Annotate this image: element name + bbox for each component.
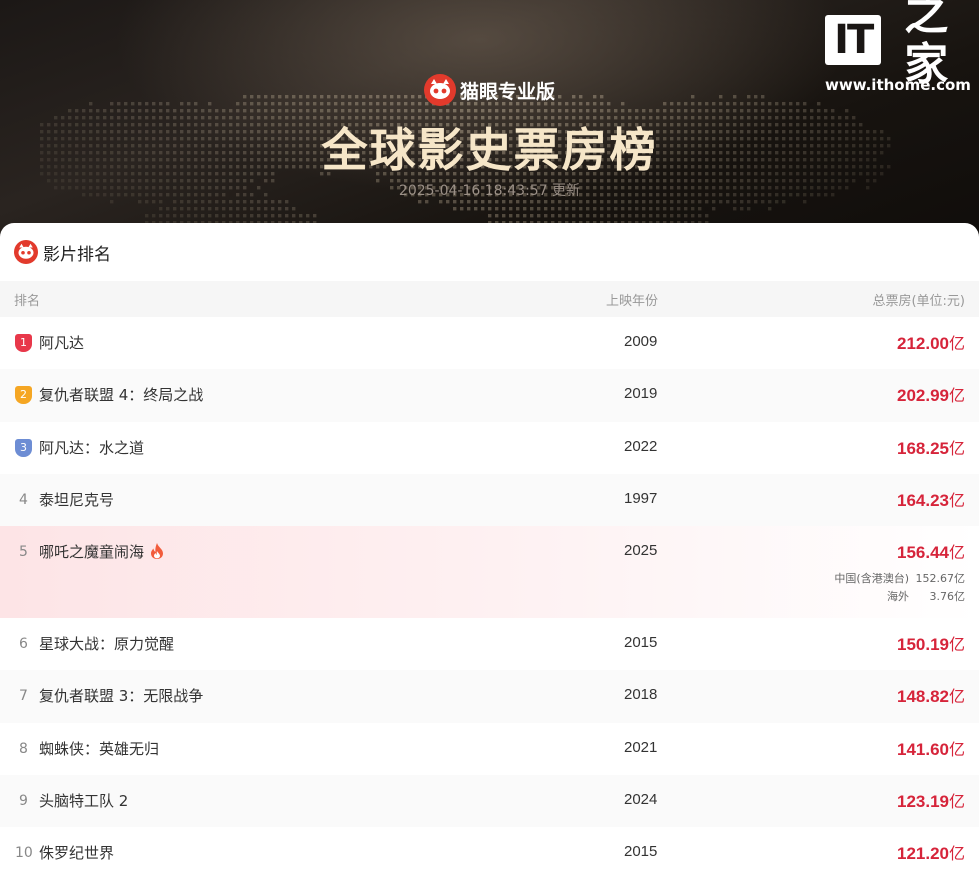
box-office: 123.19亿	[896, 792, 965, 812]
fire-icon	[150, 543, 164, 563]
table-row[interactable]: 9 头脑特工队 2 2024 123.19亿	[0, 775, 979, 828]
box-office: 168.25亿	[896, 438, 965, 458]
movie-name: 阿凡达	[39, 334, 85, 352]
table-row-highlighted[interactable]: 5 哪吒之魔童闹海 2025 156.44亿 中国(含港澳台) 152.67亿 海…	[0, 526, 979, 619]
rank-number: 8	[19, 740, 28, 757]
table-header: 排名 上映年份 总票房(单位:元)	[0, 281, 979, 317]
rank-number: 7	[19, 688, 28, 705]
movie-name: 泰坦尼克号	[39, 490, 115, 509]
rank-badge-silver: 2	[15, 386, 32, 405]
release-year: 2025	[624, 542, 658, 560]
ranking-card: 影片排名 排名 上映年份 总票房(单位:元) 1 阿凡达 2009 212.00…	[0, 223, 979, 877]
rank-badge-gold: 1	[15, 334, 32, 352]
box-office-overseas: 海外 3.76亿	[887, 590, 965, 604]
release-year: 2015	[624, 843, 658, 861]
table-row[interactable]: 4 泰坦尼克号 1997 164.23亿	[0, 473, 979, 527]
box-office-china: 中国(含港澳台) 152.67亿	[834, 572, 965, 586]
box-office: 164.23亿	[896, 490, 965, 510]
table-row[interactable]: 6 星球大战：原力觉醒 2015 150.19亿	[0, 618, 979, 670]
box-office: 150.19亿	[896, 635, 965, 655]
movie-name: 复仇者联盟 3：无限战争	[39, 687, 204, 706]
table-row[interactable]: 2 复仇者联盟 4：终局之战 2019 202.99亿	[0, 369, 979, 422]
column-total: 总票房(单位:元)	[872, 293, 965, 309]
ithome-logo: IT 之家	[825, 0, 965, 90]
table-row[interactable]: 7 复仇者联盟 3：无限战争 2018 148.82亿	[0, 670, 979, 723]
release-year: 2015	[624, 634, 658, 652]
rank-number: 6	[19, 636, 28, 653]
page-title: 全球影史票房榜	[321, 123, 658, 177]
box-office: 202.99亿	[896, 386, 965, 406]
movie-name: 哪吒之魔童闹海	[39, 541, 164, 563]
table-row[interactable]: 1 阿凡达 2009 212.00亿	[0, 317, 979, 369]
column-rank: 排名	[14, 293, 41, 309]
release-year: 1997	[624, 489, 658, 507]
table-row[interactable]: 3 阿凡达：水之道 2022 168.25亿	[0, 422, 979, 474]
release-year: 2019	[624, 385, 658, 403]
table-row[interactable]: 10 侏罗纪世界 2015 121.20亿	[0, 827, 979, 877]
box-office: 212.00亿	[896, 334, 965, 353]
release-year: 2022	[624, 437, 658, 455]
release-year: 2021	[624, 738, 658, 756]
rank-badge-bronze: 3	[15, 438, 32, 457]
maoyan-cat-icon	[423, 74, 456, 106]
update-time: 2025-04-16 18:43:57 更新	[398, 183, 581, 199]
column-year: 上映年份	[606, 293, 659, 309]
box-office: 156.44亿	[896, 543, 965, 563]
maoyan-cat-icon	[14, 240, 38, 264]
ithome-logo-it: IT	[825, 15, 882, 65]
section-title: 影片排名	[43, 244, 111, 265]
rank-number: 9	[19, 793, 28, 810]
movie-name: 星球大战：原力觉醒	[39, 635, 175, 654]
rank-number: 4	[19, 491, 28, 508]
release-year: 2024	[624, 791, 658, 809]
brand-name: 猫眼专业版	[459, 80, 555, 103]
movie-name: 复仇者联盟 4：终局之战	[39, 386, 204, 405]
box-office: 121.20亿	[896, 844, 965, 864]
brand: 猫眼专业版	[0, 74, 979, 106]
movie-name: 蜘蛛侠：英雄无归	[39, 739, 160, 758]
release-year: 2009	[624, 333, 658, 350]
movie-name: 侏罗纪世界	[39, 844, 115, 863]
section-header: 影片排名	[0, 223, 979, 281]
table-row[interactable]: 8 蜘蛛侠：英雄无归 2021 141.60亿	[0, 723, 979, 775]
rank-number: 10	[15, 845, 33, 862]
box-office: 141.60亿	[896, 739, 965, 759]
box-office: 148.82亿	[896, 687, 965, 707]
rank-number: 5	[19, 544, 28, 561]
movie-name: 阿凡达：水之道	[39, 438, 145, 457]
release-year: 2018	[624, 686, 658, 704]
hero-banner: IT 之家 www.ithome.com 猫眼专业版 全球影史票房榜 2025-…	[0, 0, 979, 240]
movie-name: 头脑特工队 2	[39, 792, 129, 811]
